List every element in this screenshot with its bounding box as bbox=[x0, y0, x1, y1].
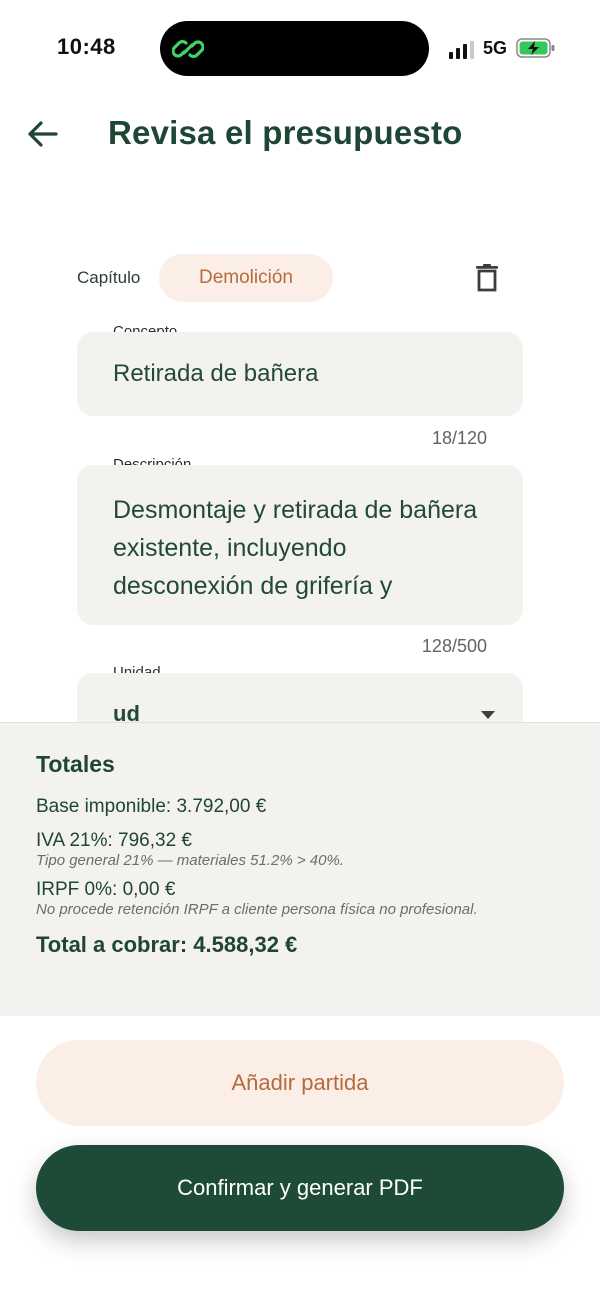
battery-charging-icon bbox=[516, 38, 555, 58]
status-time: 10:48 bbox=[57, 34, 116, 59]
description-counter: 128/500 bbox=[421, 636, 487, 656]
description-input[interactable]: Desmontaje y retirada de bañera existent… bbox=[77, 465, 523, 625]
delete-button[interactable] bbox=[470, 260, 504, 296]
chevron-down-icon bbox=[481, 711, 495, 719]
irpf-note: No procede retención IRPF a cliente pers… bbox=[36, 901, 478, 918]
chapter-chip[interactable]: Demolición bbox=[159, 254, 333, 302]
network-type: 5G bbox=[483, 38, 508, 58]
concept-counter: 18/120 bbox=[431, 428, 487, 448]
chapter-label: Capítulo bbox=[77, 268, 141, 287]
total-amount: Total a cobrar: 4.588,32 € bbox=[36, 932, 298, 957]
base-amount: Base imponible: 3.792,00 € bbox=[36, 796, 267, 817]
arrow-left-icon bbox=[28, 121, 58, 147]
iva-amount: IVA 21%: 796,32 € bbox=[36, 830, 192, 851]
totals-panel: Totales Base imponible: 3.792,00 € IVA 2… bbox=[0, 722, 600, 1016]
status-bar: 10:48 5G bbox=[0, 0, 600, 96]
add-item-button[interactable]: Añadir partida bbox=[36, 1040, 564, 1126]
page-title: Revisa el presupuesto bbox=[108, 114, 463, 151]
trash-icon bbox=[476, 264, 498, 292]
confirm-generate-pdf-button[interactable]: Confirmar y generar PDF bbox=[36, 1145, 564, 1231]
totals-title: Totales bbox=[36, 751, 115, 777]
link-icon bbox=[172, 40, 204, 58]
dynamic-island bbox=[160, 21, 429, 76]
irpf-amount: IRPF 0%: 0,00 € bbox=[36, 879, 176, 900]
iva-note: Tipo general 21% — materiales 51.2% > 40… bbox=[36, 852, 344, 869]
back-button[interactable] bbox=[22, 114, 62, 154]
signal-icon bbox=[449, 41, 474, 59]
concept-input[interactable]: Retirada de bañera bbox=[77, 332, 523, 416]
